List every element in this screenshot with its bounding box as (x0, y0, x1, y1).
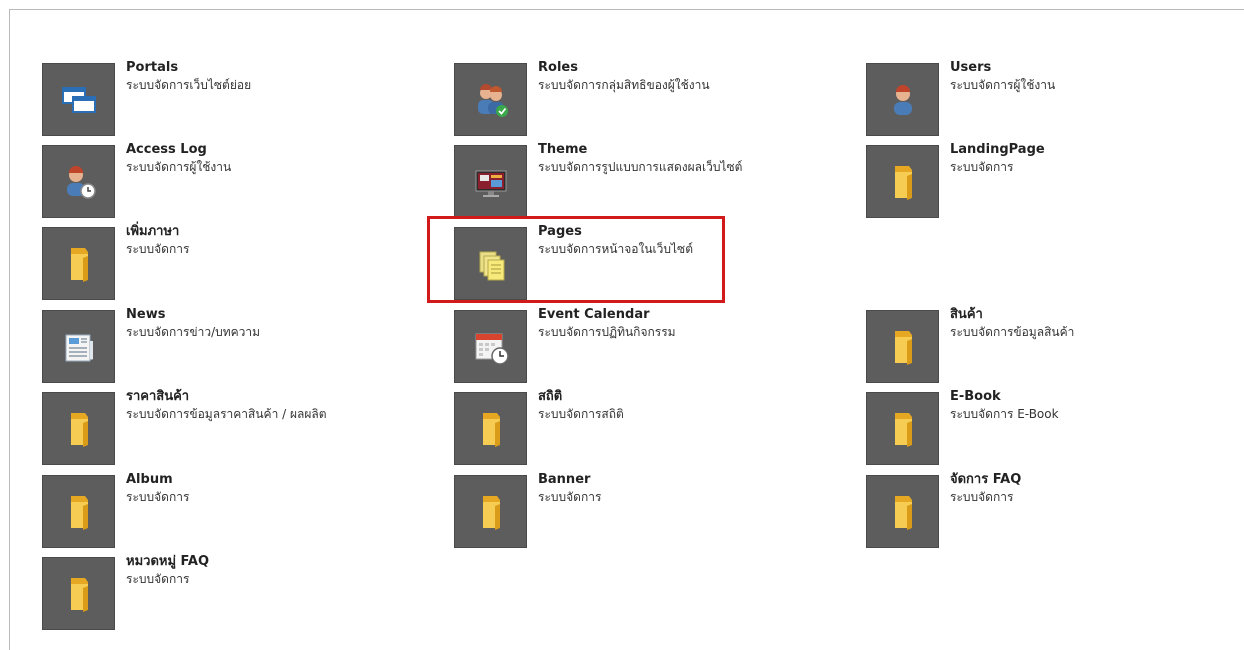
tile-title: สินค้า (950, 307, 983, 322)
tile-desc: ระบบจัดการ (126, 572, 190, 586)
tile-title: ราคาสินค้า (126, 389, 190, 404)
tile-title: Theme (538, 142, 588, 157)
tile-desc: ระบบจัดการผู้ใช้งาน (126, 160, 232, 174)
folder-icon (42, 227, 115, 300)
tile-manage-faq[interactable]: จัดการ FAQ ระบบจัดการ (866, 472, 1244, 549)
tile-desc: ระบบจัดการข้อมูลราคาสินค้า / ผลผลิต (126, 407, 327, 421)
tile-title: News (126, 307, 166, 322)
tile-title: เพิ่มภาษา (126, 224, 180, 239)
tile-desc: ระบบจัดการ (538, 490, 602, 504)
tile-roles[interactable]: Roles ระบบจัดการกลุ่มสิทธิของผู้ใช้งาน (454, 60, 834, 137)
folder-icon (42, 392, 115, 465)
folder-icon (866, 392, 939, 465)
tile-title: Portals (126, 60, 179, 75)
tile-event-calendar[interactable]: Event Calendar ระบบจัดการปฏิทินกิจกรรม (454, 307, 834, 384)
folder-icon (454, 392, 527, 465)
tile-desc: ระบบจัดการรูปแบบการแสดงผลเว็บไซต์ (538, 160, 743, 174)
tile-title: E-Book (950, 389, 1001, 404)
user-icon (866, 63, 939, 136)
tile-desc: ระบบจัดการผู้ใช้งาน (950, 78, 1056, 92)
tile-title: Access Log (126, 142, 207, 157)
tile-title: Pages (538, 224, 582, 239)
tile-title: Event Calendar (538, 307, 650, 322)
tile-desc: ระบบจัดการ (126, 490, 190, 504)
tile-title: Roles (538, 60, 578, 75)
tile-desc: ระบบจัดการ (950, 160, 1014, 174)
tile-news[interactable]: News ระบบจัดการข่าว/บทความ (42, 307, 422, 384)
tile-desc: ระบบจัดการหน้าจอในเว็บไซต์ (538, 242, 693, 256)
tile-title: Album (126, 472, 173, 487)
tile-desc: ระบบจัดการข้อมูลสินค้า (950, 325, 1075, 339)
tile-title: สถิติ (538, 389, 563, 404)
tile-desc: ระบบจัดการกลุ่มสิทธิของผู้ใช้งาน (538, 78, 710, 92)
tile-desc: ระบบจัดการข่าว/บทความ (126, 325, 261, 339)
tile-landingpage[interactable]: LandingPage ระบบจัดการ (866, 142, 1244, 219)
folder-icon (42, 557, 115, 630)
tile-banner[interactable]: Banner ระบบจัดการ (454, 472, 834, 549)
tile-desc: ระบบจัดการ (950, 490, 1014, 504)
tile-album[interactable]: Album ระบบจัดการ (42, 472, 422, 549)
tile-ebook[interactable]: E-Book ระบบจัดการ E-Book (866, 389, 1244, 466)
tile-desc: ระบบจัดการ E-Book (950, 407, 1059, 421)
newspaper-icon (42, 310, 115, 383)
tile-faq-category[interactable]: หมวดหมู่ FAQ ระบบจัดการ (42, 554, 422, 631)
tile-desc: ระบบจัดการปฏิทินกิจกรรม (538, 325, 676, 339)
tile-products[interactable]: สินค้า ระบบจัดการข้อมูลสินค้า (866, 307, 1244, 384)
tile-portals[interactable]: Portals ระบบจัดการเว็บไซต์ย่อย (42, 60, 422, 137)
folder-icon (42, 475, 115, 548)
tile-title: Banner (538, 472, 591, 487)
pages-icon (454, 227, 527, 300)
tile-users[interactable]: Users ระบบจัดการผู้ใช้งาน (866, 60, 1244, 137)
folder-icon (866, 145, 939, 218)
monitor-icon (454, 145, 527, 218)
tile-theme[interactable]: Theme ระบบจัดการรูปแบบการแสดงผลเว็บไซต์ (454, 142, 834, 219)
calendar-clock-icon (454, 310, 527, 383)
tile-title: หมวดหมู่ FAQ (126, 554, 210, 569)
tile-statistics[interactable]: สถิติ ระบบจัดการสถิติ (454, 389, 834, 466)
tile-title: LandingPage (950, 142, 1045, 157)
tile-desc: ระบบจัดการสถิติ (538, 407, 624, 421)
tile-access-log[interactable]: Access Log ระบบจัดการผู้ใช้งาน (42, 142, 422, 219)
folder-icon (866, 475, 939, 548)
tile-add-language[interactable]: เพิ่มภาษา ระบบจัดการ (42, 224, 422, 301)
tile-product-prices[interactable]: ราคาสินค้า ระบบจัดการข้อมูลราคาสินค้า / … (42, 389, 422, 466)
tile-desc: ระบบจัดการเว็บไซต์ย่อย (126, 78, 252, 92)
user-group-check-icon (454, 63, 527, 136)
tile-title: Users (950, 60, 992, 75)
user-clock-icon (42, 145, 115, 218)
tile-title: จัดการ FAQ (950, 472, 1022, 487)
folder-icon (454, 475, 527, 548)
tile-desc: ระบบจัดการ (126, 242, 190, 256)
windows-icon (42, 63, 115, 136)
folder-icon (866, 310, 939, 383)
tile-pages[interactable]: Pages ระบบจัดการหน้าจอในเว็บไซต์ (454, 224, 834, 301)
